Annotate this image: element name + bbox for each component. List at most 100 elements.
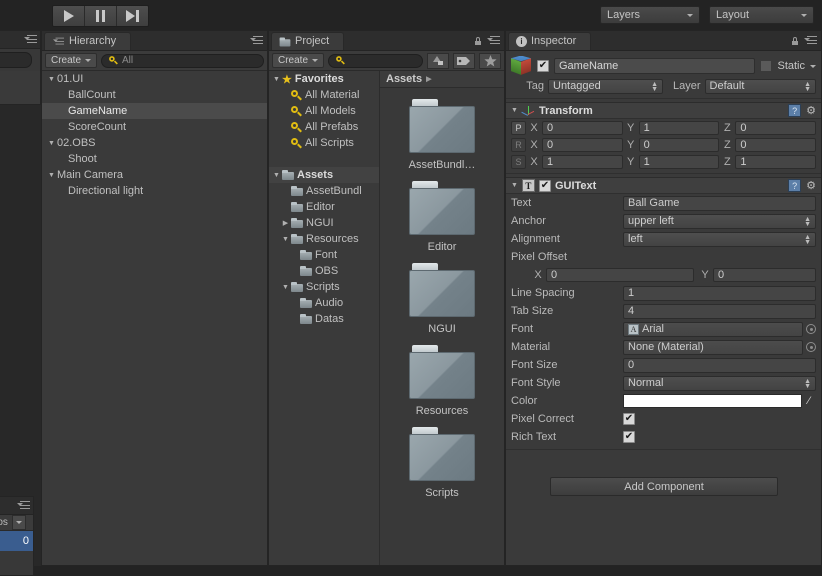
lock-icon[interactable] <box>791 36 799 45</box>
project-tree-item[interactable]: Audio <box>269 295 379 311</box>
gameobject-name-input[interactable]: GameName <box>554 58 756 74</box>
project-tree-item[interactable]: All Material <box>269 87 379 103</box>
static-checkbox[interactable] <box>760 60 773 72</box>
star-filter-icon[interactable] <box>479 52 501 69</box>
help-icon[interactable]: ? <box>788 104 802 117</box>
shapes-filter-icon[interactable] <box>427 52 449 69</box>
hierarchy-item[interactable]: BallCount <box>42 87 267 103</box>
project-grid-item[interactable]: Editor <box>387 171 497 253</box>
hierarchy-create-button[interactable]: Create <box>45 53 98 68</box>
transform-row-key[interactable]: P <box>511 120 526 135</box>
tab-project[interactable]: Project <box>271 32 345 50</box>
disclosure-triangle-icon[interactable]: ▼ <box>271 76 282 83</box>
disclosure-triangle-icon[interactable]: ▼ <box>46 76 57 83</box>
project-tree-item[interactable]: OBS <box>269 263 379 279</box>
panel-menu-icon[interactable] <box>24 35 37 44</box>
hierarchy-item[interactable]: GameName <box>42 103 267 119</box>
transform-z-input[interactable]: 0 <box>735 120 817 135</box>
project-tree-item[interactable]: All Scripts <box>269 135 379 151</box>
project-search-input[interactable] <box>328 53 423 68</box>
transform-x-input[interactable]: 0 <box>542 120 623 135</box>
hierarchy-item[interactable]: Shoot <box>42 151 267 167</box>
rich-text-checkbox[interactable]: ✔ <box>623 431 635 443</box>
help-icon[interactable]: ? <box>788 179 802 192</box>
project-tree-item[interactable]: Editor <box>269 199 379 215</box>
transform-row-key[interactable]: R <box>511 137 526 152</box>
panel-menu-icon[interactable] <box>804 36 817 45</box>
layer-dropdown[interactable]: Default ▲ ▼ <box>704 78 816 94</box>
tab-size-input[interactable]: 4 <box>623 303 816 319</box>
color-swatch[interactable] <box>623 394 802 408</box>
alignment-dropdown[interactable]: left ▲ ▼ <box>623 231 816 247</box>
transform-component-header[interactable]: ▼ Transform ? ⚙ <box>506 102 821 119</box>
pixel-correct-checkbox[interactable]: ✔ <box>623 413 635 425</box>
guitext-component-header[interactable]: ▼ T ✔ GUIText ? ⚙ <box>506 177 821 194</box>
line-spacing-input[interactable]: 1 <box>623 285 816 301</box>
tag-dropdown[interactable]: Untagged ▲ ▼ <box>548 78 663 94</box>
add-component-button[interactable]: Add Component <box>550 477 778 496</box>
project-tree-item[interactable]: All Models <box>269 103 379 119</box>
layers-dropdown[interactable]: Layers <box>600 6 700 24</box>
project-create-button[interactable]: Create <box>272 53 325 68</box>
panel-menu-icon[interactable] <box>17 501 30 510</box>
hierarchy-search-input[interactable]: All <box>101 53 264 68</box>
font-style-dropdown[interactable]: Normal ▲ ▼ <box>623 375 816 391</box>
transform-row-key[interactable]: S <box>511 154 526 169</box>
project-tree-item[interactable]: Datas <box>269 311 379 327</box>
guitext-enabled-checkbox[interactable]: ✔ <box>538 179 551 192</box>
transform-y-input[interactable]: 0 <box>638 137 720 152</box>
transform-z-input[interactable]: 1 <box>735 154 817 169</box>
lock-icon[interactable] <box>474 36 482 45</box>
eyedropper-icon[interactable]: ⁄ <box>802 395 816 407</box>
project-grid-item[interactable]: Resources <box>387 335 497 417</box>
console-selected-row[interactable]: 0 <box>0 531 33 551</box>
panel-menu-icon[interactable] <box>487 36 500 45</box>
pause-button[interactable] <box>85 6 117 26</box>
disclosure-triangle-icon[interactable]: ▼ <box>46 140 57 147</box>
project-tree-item[interactable]: ▼ ★ Favorites <box>269 71 379 87</box>
transform-x-input[interactable]: 0 <box>542 137 623 152</box>
chevron-down-icon[interactable]: ▼ <box>511 107 518 114</box>
edge-top-search-input[interactable] <box>0 52 32 68</box>
project-tree-item[interactable]: AssetBundl <box>269 183 379 199</box>
hierarchy-item[interactable]: Directional light <box>42 183 267 199</box>
label-filter-icon[interactable] <box>453 52 475 69</box>
text-input[interactable]: Ball Game <box>623 195 816 211</box>
static-dropdown-icon[interactable] <box>810 64 816 68</box>
transform-y-input[interactable]: 1 <box>638 120 720 135</box>
project-grid-item[interactable]: AssetBundl… <box>387 89 497 171</box>
disclosure-triangle-icon[interactable]: ▼ <box>271 172 282 179</box>
disclosure-triangle-icon[interactable]: ▼ <box>46 172 57 179</box>
project-grid-item[interactable]: NGUI <box>387 253 497 335</box>
transform-z-input[interactable]: 0 <box>735 137 817 152</box>
transform-x-input[interactable]: 1 <box>542 154 623 169</box>
play-button[interactable] <box>53 6 85 26</box>
hierarchy-item[interactable]: ScoreCount <box>42 119 267 135</box>
disclosure-triangle-icon[interactable]: ▼ <box>280 236 291 243</box>
hierarchy-tree[interactable]: ▼ 01.UI BallCount GameName ScoreCount ▼ 02.OBS… <box>42 71 267 565</box>
disclosure-triangle-icon[interactable]: ▶ <box>280 219 291 227</box>
material-picker-icon[interactable] <box>806 342 816 352</box>
project-tree-item[interactable]: ▼ Assets <box>269 167 379 183</box>
project-tree-item[interactable]: ▼ Resources <box>269 231 379 247</box>
project-tree-item[interactable]: ▼ Scripts <box>269 279 379 295</box>
hierarchy-item[interactable]: ▼ 02.OBS <box>42 135 267 151</box>
transform-y-input[interactable]: 1 <box>638 154 720 169</box>
material-object-field[interactable]: None (Material) <box>623 339 803 355</box>
project-grid-item[interactable]: Scripts <box>387 417 497 499</box>
panel-menu-icon[interactable] <box>250 36 263 45</box>
hierarchy-item[interactable]: ▼ Main Camera <box>42 167 267 183</box>
gameobject-enabled-checkbox[interactable]: ✔ <box>537 60 549 72</box>
anchor-dropdown[interactable]: upper left ▲ ▼ <box>623 213 816 229</box>
tab-inspector[interactable]: i Inspector <box>508 32 592 50</box>
chevron-down-icon[interactable]: ▼ <box>511 182 518 189</box>
font-size-input[interactable]: 0 <box>623 357 816 373</box>
step-button[interactable] <box>117 6 148 26</box>
pixel-offset-y-input[interactable]: 0 <box>713 268 816 282</box>
project-tree[interactable]: ▼ ★ Favorites All Material All Models All Pre… <box>269 71 380 565</box>
project-tree-item[interactable]: All Prefabs <box>269 119 379 135</box>
gear-icon[interactable]: ⚙ <box>806 104 816 117</box>
gear-icon[interactable]: ⚙ <box>806 179 816 192</box>
project-tree-item[interactable]: Font <box>269 247 379 263</box>
project-tree-item[interactable]: ▶ NGUI <box>269 215 379 231</box>
